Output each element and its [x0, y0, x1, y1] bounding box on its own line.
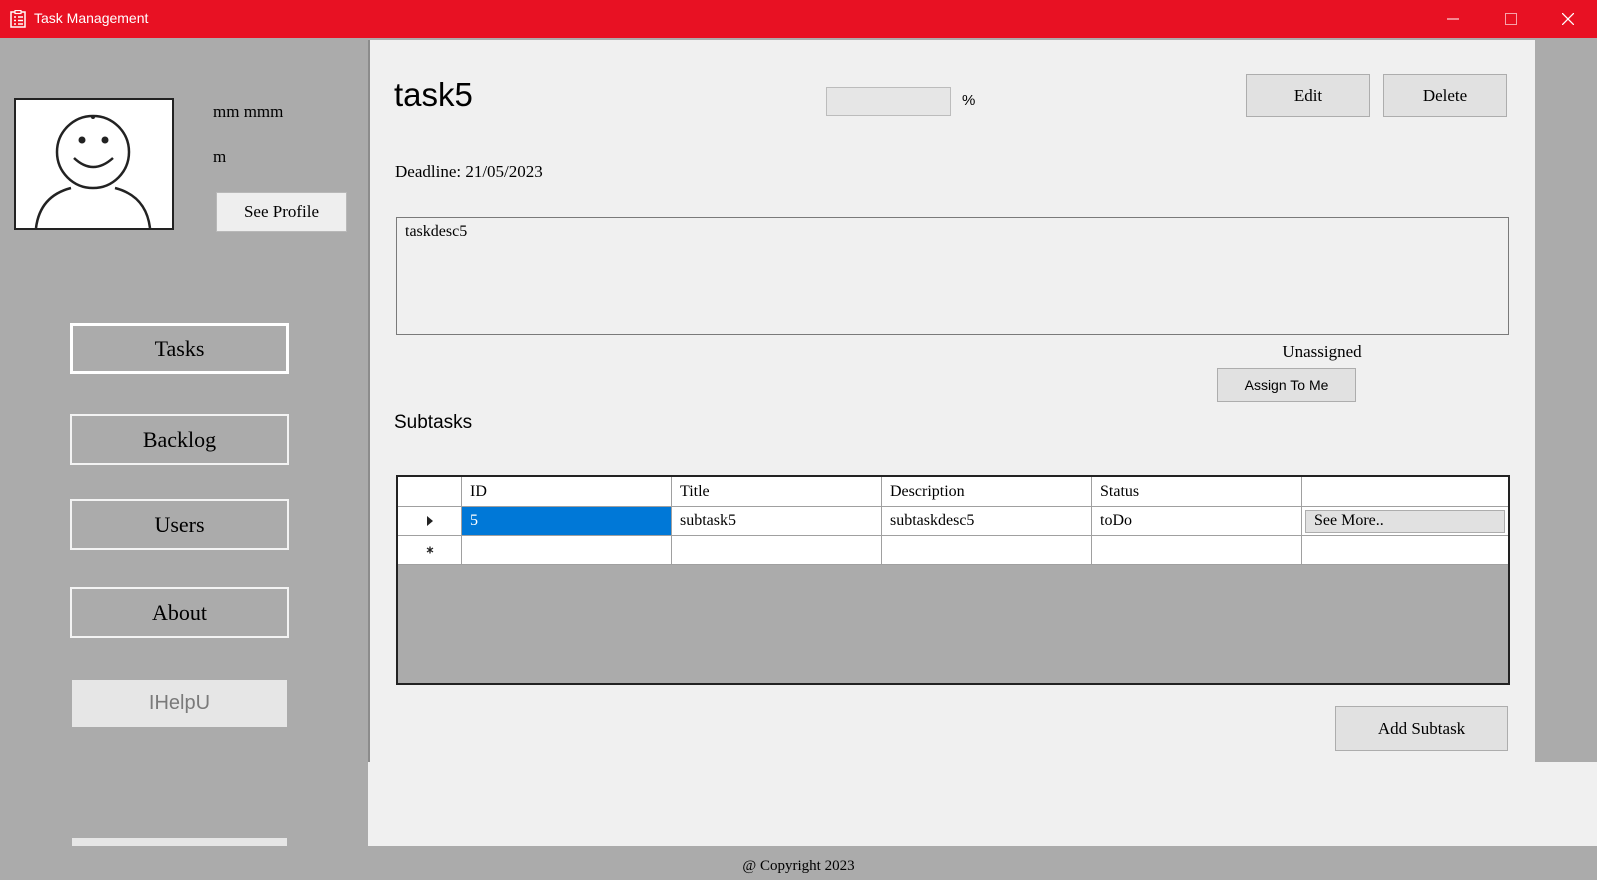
new-row-marker [398, 536, 462, 565]
cell-id[interactable]: 5 [462, 507, 672, 536]
main-content: task5 % Edit Delete Deadline: 21/05/2023… [368, 38, 1597, 846]
subtasks-heading: Subtasks [394, 412, 473, 433]
task-title: task5 [394, 76, 473, 113]
task-progress-bar [826, 87, 951, 116]
delete-button[interactable]: Delete [1383, 74, 1507, 117]
nav-about-button[interactable]: About [70, 587, 289, 638]
cell-description[interactable]: subtaskdesc5 [882, 507, 1092, 536]
new-row-asterisk-icon [426, 546, 433, 554]
user-avatar-icon [14, 98, 174, 230]
new-cell-description[interactable] [882, 536, 1092, 565]
user-role: m [213, 147, 227, 166]
assignee-label: Unassigned [1282, 342, 1362, 361]
clipboard-list-icon [9, 9, 27, 28]
minimize-button[interactable] [1424, 0, 1482, 38]
new-cell-action[interactable] [1302, 536, 1508, 565]
add-subtask-button[interactable]: Add Subtask [1335, 706, 1508, 751]
maximize-icon [1505, 13, 1517, 25]
row-header-corner [398, 477, 462, 507]
column-header-id[interactable]: ID [462, 477, 672, 507]
nav-users-button[interactable]: Users [70, 499, 289, 550]
sidebar: mm mmm m See Profile Tasks Backlog Users… [0, 38, 368, 880]
user-name: mm mmm [213, 102, 284, 121]
table-row[interactable]: 5 subtask5 subtaskdesc5 toDo See More.. [398, 507, 1508, 536]
new-cell-title[interactable] [672, 536, 882, 565]
column-header-title[interactable]: Title [672, 477, 882, 507]
close-icon [1562, 13, 1574, 25]
new-row[interactable] [398, 536, 1508, 565]
row-selector[interactable] [398, 507, 462, 536]
cell-status[interactable]: toDo [1092, 507, 1302, 536]
close-button[interactable] [1539, 0, 1597, 38]
percent-label: % [962, 92, 976, 109]
nav-tasks-button[interactable]: Tasks [70, 323, 289, 374]
column-header-action [1302, 477, 1508, 507]
minimize-icon [1447, 18, 1459, 20]
cell-title[interactable]: subtask5 [672, 507, 882, 536]
new-cell-status[interactable] [1092, 536, 1302, 565]
maximize-button[interactable] [1482, 0, 1540, 38]
task-deadline: Deadline: 21/05/2023 [395, 162, 543, 181]
subtasks-grid: ID Title Description Status 5 subtask5 s… [396, 475, 1510, 685]
content-lower-area [368, 762, 1597, 846]
current-row-arrow-icon [426, 516, 433, 526]
window-title: Task Management [34, 10, 149, 26]
assign-to-me-button[interactable]: Assign To Me [1217, 368, 1356, 402]
ihelpu-button[interactable]: IHelpU [72, 680, 287, 727]
column-header-status[interactable]: Status [1092, 477, 1302, 507]
task-detail-panel: task5 % Edit Delete Deadline: 21/05/2023… [368, 40, 1535, 762]
edit-button[interactable]: Edit [1246, 74, 1370, 117]
copyright-footer: @ Copyright 2023 [0, 846, 1597, 880]
title-bar: Task Management [0, 0, 1597, 38]
task-description-box[interactable]: taskdesc5 [396, 217, 1509, 335]
see-more-button[interactable]: See More.. [1305, 509, 1505, 533]
new-cell-id[interactable] [462, 536, 672, 565]
cell-action: See More.. [1302, 507, 1508, 536]
column-header-description[interactable]: Description [882, 477, 1092, 507]
see-profile-button[interactable]: See Profile [216, 192, 347, 232]
nav-backlog-button[interactable]: Backlog [70, 414, 289, 465]
grid-header-row: ID Title Description Status [398, 477, 1508, 507]
